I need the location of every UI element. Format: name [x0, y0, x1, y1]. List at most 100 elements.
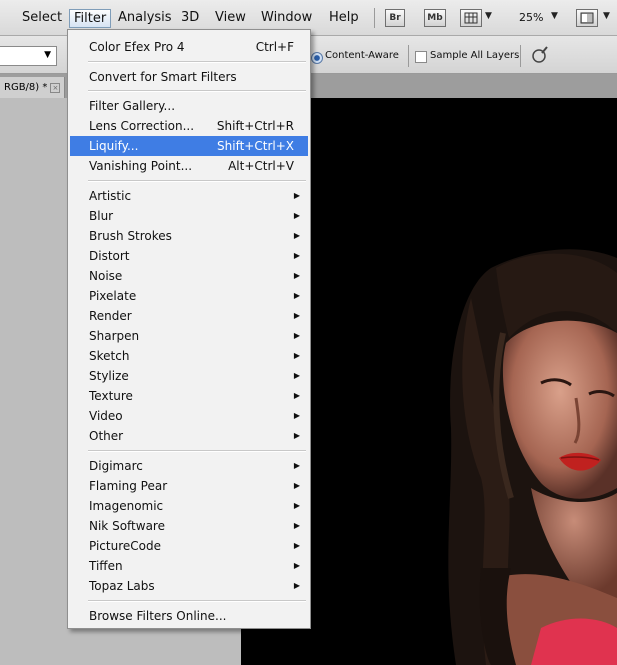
submenu-arrow-icon: ▶ — [293, 251, 300, 260]
menu-item-label: Digimarc — [89, 459, 143, 473]
menu-item-render[interactable]: Render ▶ — [70, 306, 308, 326]
menu-item-label: Distort — [89, 249, 130, 263]
submenu-arrow-icon: ▶ — [293, 391, 300, 400]
chevron-down-icon[interactable]: ▼ — [485, 11, 492, 21]
menu-item-label: Sketch — [89, 349, 130, 363]
menu-item-video[interactable]: Video ▶ — [70, 406, 308, 426]
menu-item-pixelate[interactable]: Pixelate ▶ — [70, 286, 308, 306]
arrange-documents-button[interactable] — [576, 9, 598, 27]
menu-item-liquify[interactable]: Liquify... Shift+Ctrl+X — [70, 136, 308, 156]
menu-item-filter-gallery[interactable]: Filter Gallery... — [70, 96, 308, 116]
content-aware-label: Content-Aware — [325, 50, 399, 61]
content-aware-radio[interactable] — [311, 52, 323, 64]
submenu-arrow-icon: ▶ — [293, 231, 300, 240]
menu-item-vanishing-point[interactable]: Vanishing Point... Alt+Ctrl+V — [70, 156, 308, 176]
menu-item-brush-strokes[interactable]: Brush Strokes ▶ — [70, 226, 308, 246]
menu-item-label: Tiffen — [89, 559, 123, 573]
menu-item-label: Flaming Pear — [89, 479, 168, 493]
menu-item-nik-software[interactable]: Nik Software ▶ — [70, 516, 308, 536]
options-divider — [408, 45, 409, 67]
document-tab[interactable]: RGB/8) * × — [0, 77, 66, 98]
zoom-level[interactable]: 25% — [519, 11, 543, 24]
menu-item-label: Pixelate — [89, 289, 137, 303]
menu-item-label: Nik Software — [89, 519, 165, 533]
menu-item-label: Color Efex Pro 4 — [89, 40, 185, 54]
menu-item-blur[interactable]: Blur ▶ — [70, 206, 308, 226]
menu-item-artistic[interactable]: Artistic ▶ — [70, 186, 308, 206]
menu-item-tiffen[interactable]: Tiffen ▶ — [70, 556, 308, 576]
chevron-down-icon[interactable]: ▼ — [551, 11, 558, 21]
menu-item-label: Liquify... — [89, 139, 139, 153]
view-extras-button[interactable] — [460, 9, 482, 27]
menu-item-digimarc[interactable]: Digimarc ▶ — [70, 456, 308, 476]
menu-analysis[interactable]: Analysis — [118, 10, 172, 25]
menu-item-flaming-pear[interactable]: Flaming Pear ▶ — [70, 476, 308, 496]
menu-item-lens-correction[interactable]: Lens Correction... Shift+Ctrl+R — [70, 116, 308, 136]
submenu-arrow-icon: ▶ — [293, 371, 300, 380]
submenu-arrow-icon: ▶ — [293, 271, 300, 280]
menu-separator — [88, 61, 306, 63]
tool-preset-dropdown[interactable]: ▼ — [0, 46, 57, 66]
menu-select[interactable]: Select — [22, 10, 62, 25]
menu-item-label: Lens Correction... — [89, 119, 195, 133]
menu-item-label: Texture — [89, 389, 133, 403]
submenu-arrow-icon: ▶ — [293, 561, 300, 570]
submenu-arrow-icon: ▶ — [293, 211, 300, 220]
submenu-arrow-icon: ▶ — [293, 331, 300, 340]
submenu-arrow-icon: ▶ — [293, 581, 300, 590]
menu-item-sharpen[interactable]: Sharpen ▶ — [70, 326, 308, 346]
menu-view[interactable]: View — [215, 10, 246, 25]
menu-item-shortcut: Shift+Ctrl+X — [217, 139, 294, 153]
menu-item-label: Other — [89, 429, 124, 443]
submenu-arrow-icon: ▶ — [293, 431, 300, 440]
sample-all-layers-checkbox[interactable] — [415, 51, 427, 63]
menu-item-convert-smart-filters[interactable]: Convert for Smart Filters — [70, 67, 308, 87]
menu-3d[interactable]: 3D — [181, 10, 199, 25]
bridge-button[interactable]: Br — [385, 9, 405, 27]
menu-item-label: Render — [89, 309, 132, 323]
menu-item-label: Topaz Labs — [89, 579, 155, 593]
submenu-arrow-icon: ▶ — [293, 291, 300, 300]
menu-item-label: Filter Gallery... — [89, 99, 176, 113]
menu-item-shortcut: Ctrl+F — [255, 40, 294, 54]
menu-item-imagenomic[interactable]: Imagenomic ▶ — [70, 496, 308, 516]
submenu-arrow-icon: ▶ — [293, 411, 300, 420]
sample-all-layers-label: Sample All Layers — [430, 50, 520, 61]
pressure-brush-icon[interactable] — [528, 44, 548, 66]
menu-item-picturecode[interactable]: PictureCode ▶ — [70, 536, 308, 556]
menu-item-label: Noise — [89, 269, 123, 283]
menu-filter[interactable]: Filter — [69, 9, 112, 28]
menu-item-texture[interactable]: Texture ▶ — [70, 386, 308, 406]
submenu-arrow-icon: ▶ — [293, 191, 300, 200]
menu-item-sketch[interactable]: Sketch ▶ — [70, 346, 308, 366]
menu-separator — [88, 180, 306, 182]
menu-item-last-filter[interactable]: Color Efex Pro 4 Ctrl+F — [70, 37, 308, 57]
chevron-down-icon: ▼ — [44, 50, 51, 60]
mini-bridge-button[interactable]: Mb — [424, 9, 446, 27]
close-icon[interactable]: × — [50, 83, 61, 93]
menu-window[interactable]: Window — [261, 10, 312, 25]
submenu-arrow-icon: ▶ — [293, 351, 300, 360]
menu-separator — [88, 600, 306, 602]
menu-item-label: Imagenomic — [89, 499, 164, 513]
menu-separator — [88, 450, 306, 452]
submenu-arrow-icon: ▶ — [293, 461, 300, 470]
menu-separator — [88, 90, 306, 92]
submenu-arrow-icon: ▶ — [293, 521, 300, 530]
chevron-down-icon[interactable]: ▼ — [603, 11, 610, 21]
menu-item-label: Vanishing Point... — [89, 159, 193, 173]
menu-item-distort[interactable]: Distort ▶ — [70, 246, 308, 266]
menu-item-shortcut: Alt+Ctrl+V — [228, 159, 294, 173]
menu-item-label: Video — [89, 409, 123, 423]
menu-item-browse-filters-online[interactable]: Browse Filters Online... — [70, 606, 308, 626]
menu-item-label: Artistic — [89, 189, 132, 203]
layout-icon — [580, 12, 594, 24]
menu-item-topaz-labs[interactable]: Topaz Labs ▶ — [70, 576, 308, 596]
menu-help[interactable]: Help — [329, 10, 359, 25]
menu-item-other[interactable]: Other ▶ — [70, 426, 308, 446]
submenu-arrow-icon: ▶ — [293, 501, 300, 510]
submenu-arrow-icon: ▶ — [293, 481, 300, 490]
menu-item-label: Blur — [89, 209, 114, 223]
menu-item-noise[interactable]: Noise ▶ — [70, 266, 308, 286]
menu-item-stylize[interactable]: Stylize ▶ — [70, 366, 308, 386]
